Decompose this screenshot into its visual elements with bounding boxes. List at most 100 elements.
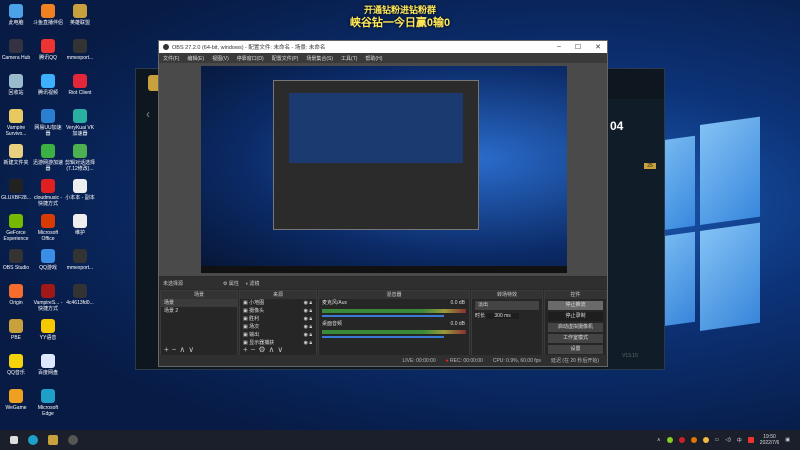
desktop-icon[interactable]: Microsoft Edge (32, 389, 64, 424)
desktop-icon[interactable]: Origin (0, 284, 32, 319)
desktop-icon[interactable]: 网易UU加速器 (32, 109, 64, 144)
tray-app-icon[interactable] (678, 437, 685, 443)
volume-slider[interactable] (322, 336, 444, 338)
desktop-icon[interactable]: 维护 (64, 214, 96, 249)
chevron-up-icon[interactable]: ∧ (657, 437, 661, 443)
menu-item[interactable]: 停靠窗口(D) (237, 55, 264, 62)
desktop-icon[interactable]: 回收站 (0, 74, 32, 109)
edge-taskbar-icon[interactable] (28, 435, 38, 445)
menu-item[interactable]: 帮助(H) (365, 55, 382, 62)
desktop-icon-label: 4c4613fd0... (66, 300, 94, 306)
desktop-icon[interactable]: 腾讯QQ (32, 39, 64, 74)
visibility-eye-icon[interactable]: ◉ (304, 308, 308, 314)
scene-controls[interactable]: +−∧∨ (164, 345, 197, 354)
filters-button[interactable]: ◑ 滤镜 (245, 280, 259, 287)
maximize-icon[interactable]: ☐ (575, 43, 581, 51)
desktop-icon[interactable]: OBS Studio (0, 249, 32, 284)
source-item[interactable]: ▣ 场次 ◉ 🔒︎ (240, 323, 316, 331)
app-icon (9, 144, 23, 158)
tray-app-icon[interactable] (702, 437, 709, 443)
preview-canvas[interactable] (159, 63, 607, 276)
desktop-icon[interactable]: 剪辑对话选择 (7.12修改)... (64, 144, 96, 179)
desktop-icon-label: YY语音 (39, 335, 57, 341)
scene-item[interactable]: 场景 (161, 299, 237, 307)
desktop-icon[interactable]: 新建文件夹 (0, 144, 32, 179)
source-controls[interactable]: +−⚙∧∨ (243, 345, 286, 354)
menu-item[interactable]: 文件(F) (163, 55, 179, 62)
lock-icon[interactable]: 🔒︎ (309, 316, 312, 322)
source-item[interactable]: ▣ 小地图 ◉ 🔒︎ (240, 299, 316, 307)
back-arrow-icon[interactable]: ‹ (146, 107, 150, 121)
desktop-icon[interactable]: QQ游戏 (32, 249, 64, 284)
desktop-icon[interactable]: QQ音乐 (0, 354, 32, 389)
control-button[interactable]: 工作室模式 (548, 334, 603, 343)
properties-button[interactable]: ⚙ 属性 (223, 280, 239, 287)
visibility-eye-icon[interactable]: ◉ (304, 316, 308, 322)
tray-app-icon[interactable] (747, 437, 754, 443)
app-icon (9, 249, 23, 263)
menu-item[interactable]: 视图(V) (212, 55, 229, 62)
ime-icon[interactable]: 中 (737, 437, 742, 444)
start-icon[interactable] (10, 436, 18, 444)
desktop-icon[interactable]: Camera Hub (0, 39, 32, 74)
menu-item[interactable]: 编辑(E) (187, 55, 204, 62)
notification-icon[interactable]: ▣ (785, 437, 790, 443)
scene-item[interactable]: 场景 2 (161, 307, 237, 315)
menu-item[interactable]: 场景集合(S) (306, 55, 333, 62)
visibility-eye-icon[interactable]: ◉ (304, 300, 308, 306)
clock-date[interactable]: 2022/7/6 (760, 440, 779, 446)
tray-app-icon[interactable] (666, 437, 673, 443)
lock-icon[interactable]: 🔒︎ (309, 308, 312, 314)
desktop-icon[interactable]: cloudmusic - 快捷方式 (32, 179, 64, 214)
desktop-icon[interactable]: VampireS... - 快捷方式 (32, 284, 64, 319)
league-taskbar-icon[interactable] (48, 435, 58, 445)
control-button[interactable]: 停止推流 (548, 301, 603, 310)
control-button[interactable]: 启动虚拟摄像机 (548, 323, 603, 332)
visibility-eye-icon[interactable]: ◉ (304, 324, 308, 330)
menu-item[interactable]: 工具(T) (341, 55, 357, 62)
lock-icon[interactable]: 🔒︎ (309, 324, 312, 330)
lock-icon[interactable]: 🔒︎ (309, 340, 312, 346)
control-button[interactable]: 停止录制 (548, 312, 603, 321)
desktop-icon-label: VampireS... - 快捷方式 (33, 300, 63, 312)
desktop-icon-label: OBS Studio (2, 265, 30, 271)
desktop-icon[interactable]: 迅游网游加速器 (32, 144, 64, 179)
control-button[interactable]: 设置 (548, 345, 603, 354)
minimize-icon[interactable]: – (557, 43, 561, 51)
close-icon[interactable]: ✕ (595, 43, 601, 51)
lock-icon[interactable]: 🔒︎ (309, 332, 312, 338)
desktop-icon[interactable]: YY语音 (32, 319, 64, 354)
desktop-icon[interactable]: 腾讯视频 (32, 74, 64, 109)
game-side-panel: 04 25 V13.15 (604, 99, 664, 369)
source-item[interactable]: ▣ 胜利 ◉ 🔒︎ (240, 315, 316, 323)
transition-select[interactable]: 淡出 (475, 301, 539, 310)
desktop-icon[interactable]: Riot Client (64, 74, 96, 109)
obs-title-bar[interactable]: OBS 27.2.0 (64-bit, windows) - 配置文件: 未命名… (159, 41, 607, 53)
menu-item[interactable]: 配置文件(P) (272, 55, 299, 62)
tray-app-icon[interactable] (690, 437, 697, 443)
obs-window[interactable]: OBS 27.2.0 (64-bit, windows) - 配置文件: 未命名… (158, 40, 608, 367)
source-item[interactable]: ▣ 摄像头 ◉ 🔒︎ (240, 307, 316, 315)
desktop-icon[interactable]: 百度网盘 (32, 354, 64, 389)
desktop-icon-label: 小本本 - 副本 (65, 195, 95, 201)
desktop-icon[interactable]: VeryKuai VK加速器 (64, 109, 96, 144)
desktop-icon[interactable]: GLUXBF28... (0, 179, 32, 214)
volume-icon[interactable]: ◁) (725, 437, 731, 443)
obs-taskbar-icon[interactable] (68, 435, 78, 445)
desktop-icon[interactable]: Microsoft Office (32, 214, 64, 249)
desktop-icon[interactable]: GeForce Experience (0, 214, 32, 249)
duration-input[interactable]: 300 ms (486, 313, 519, 319)
desktop-icon[interactable]: mmexport... (64, 39, 96, 74)
lock-icon[interactable]: 🔒︎ (309, 300, 312, 306)
desktop-icon[interactable]: 4c4613fd0... (64, 284, 96, 319)
volume-slider[interactable] (322, 315, 444, 317)
desktop-icon[interactable]: mmexport... (64, 249, 96, 284)
desktop-icon[interactable]: PBE (0, 319, 32, 354)
desktop-icon[interactable]: 小本本 - 副本 (64, 179, 96, 214)
visibility-eye-icon[interactable]: ◉ (304, 340, 308, 346)
desktop-icon[interactable]: WeGame (0, 389, 32, 424)
desktop-icon[interactable]: Vampire Survivo... (0, 109, 32, 144)
network-icon[interactable]: ▭ (715, 437, 720, 443)
visibility-eye-icon[interactable]: ◉ (304, 332, 308, 338)
source-item[interactable]: ▣ 输出 ◉ 🔒︎ (240, 331, 316, 339)
